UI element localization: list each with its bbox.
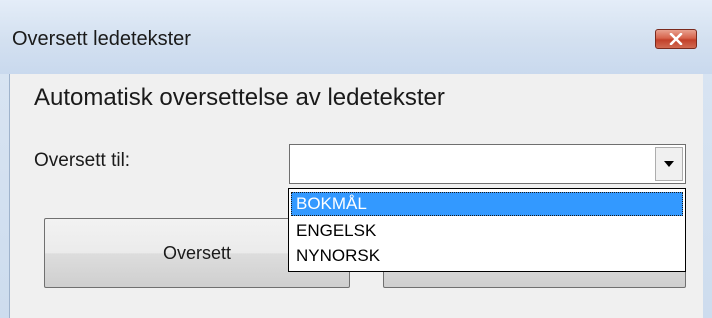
dropdown-option-nynorsk[interactable]: NYNORSK (291, 244, 683, 268)
close-icon (669, 33, 683, 45)
chevron-down-icon (664, 161, 674, 167)
dropdown-option-engelsk[interactable]: ENGELSK (291, 219, 683, 243)
combobox-dropdown-button[interactable] (655, 147, 683, 181)
translate-to-combobox[interactable] (289, 144, 686, 184)
dialog-window: Oversett ledetekster Automatisk oversett… (0, 0, 712, 318)
dropdown-list: BOKMÅL ENGELSK NYNORSK (288, 188, 686, 272)
title-bar[interactable]: Oversett ledetekster (0, 0, 712, 74)
dialog-heading: Automatisk oversettelse av ledetekster (34, 84, 445, 111)
window-title: Oversett ledetekster (12, 28, 191, 50)
close-button[interactable] (655, 29, 697, 49)
translate-to-label: Oversett til: (34, 150, 131, 171)
dropdown-option-bokmal[interactable]: BOKMÅL (291, 192, 683, 216)
